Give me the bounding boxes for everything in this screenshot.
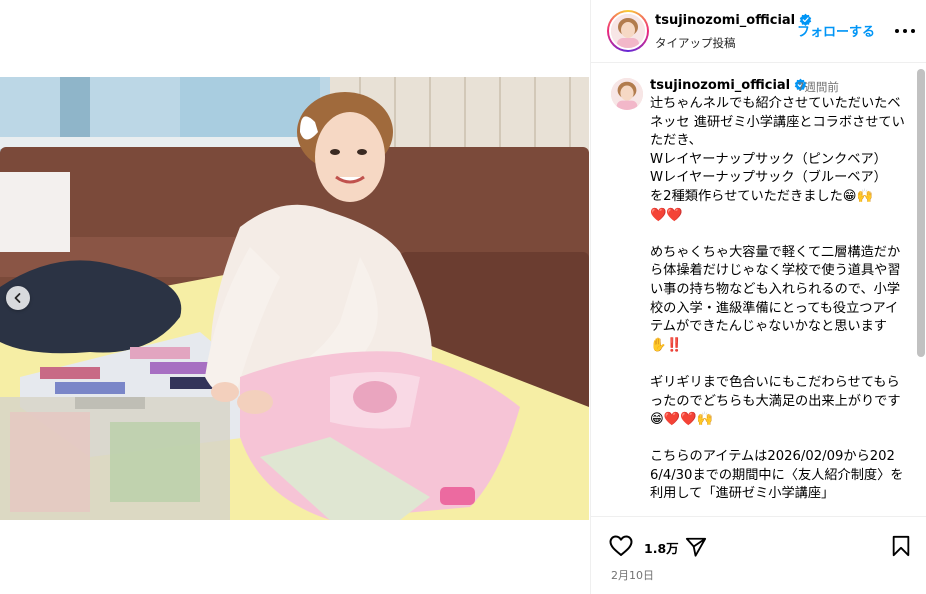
save-button[interactable]: [891, 535, 911, 561]
bookmark-icon: [892, 535, 910, 557]
caption-username-text[interactable]: tsujinozomi_official: [650, 78, 790, 93]
header-username-text[interactable]: tsujinozomi_official: [655, 13, 795, 28]
like-count[interactable]: 1.8万: [644, 538, 679, 557]
media-panel: [0, 0, 590, 594]
post-sidebar: tsujinozomi_official タイアップ投稿 フォローする tsuj…: [590, 0, 926, 594]
paid-partnership-label[interactable]: タイアップ投稿: [655, 35, 736, 51]
share-button[interactable]: [685, 536, 707, 562]
header-username[interactable]: tsujinozomi_official: [655, 13, 812, 28]
more-dot-3: [911, 29, 915, 33]
comments-scrollbar[interactable]: [917, 69, 925, 357]
send-icon: [685, 537, 707, 557]
caption-author-avatar[interactable]: [611, 78, 643, 110]
post-header: tsujinozomi_official タイアップ投稿 フォローする: [591, 0, 926, 63]
post-caption: 辻ちゃんネルでも紹介させていただいたベネッセ 進研ゼミ小学講座とコラボさせていた…: [650, 96, 905, 502]
post-date[interactable]: 2月10日: [611, 567, 654, 583]
avatar-illustration: [611, 14, 645, 48]
more-options-icon[interactable]: [895, 23, 915, 39]
more-dot-1: [895, 29, 899, 33]
author-avatar-image: [609, 12, 647, 50]
caption-username[interactable]: tsujinozomi_official: [650, 78, 807, 93]
caption-timestamp[interactable]: 7週間前: [797, 79, 839, 95]
like-button[interactable]: [609, 535, 633, 561]
post-actions: 1.8万 2月10日: [591, 516, 926, 594]
follow-button[interactable]: フォローする: [797, 21, 875, 40]
chevron-left-icon: [14, 293, 21, 303]
post-photo-illustration: [0, 77, 589, 520]
author-avatar[interactable]: [607, 10, 649, 52]
avatar-illustration: [611, 78, 643, 110]
post-photo[interactable]: [0, 77, 589, 520]
more-dot-2: [903, 29, 907, 33]
heart-icon: [609, 535, 633, 556]
comments-section[interactable]: tsujinozomi_official 7週間前 辻ちゃんネルでも紹介させてい…: [591, 64, 926, 516]
carousel-prev-button[interactable]: [6, 286, 30, 310]
